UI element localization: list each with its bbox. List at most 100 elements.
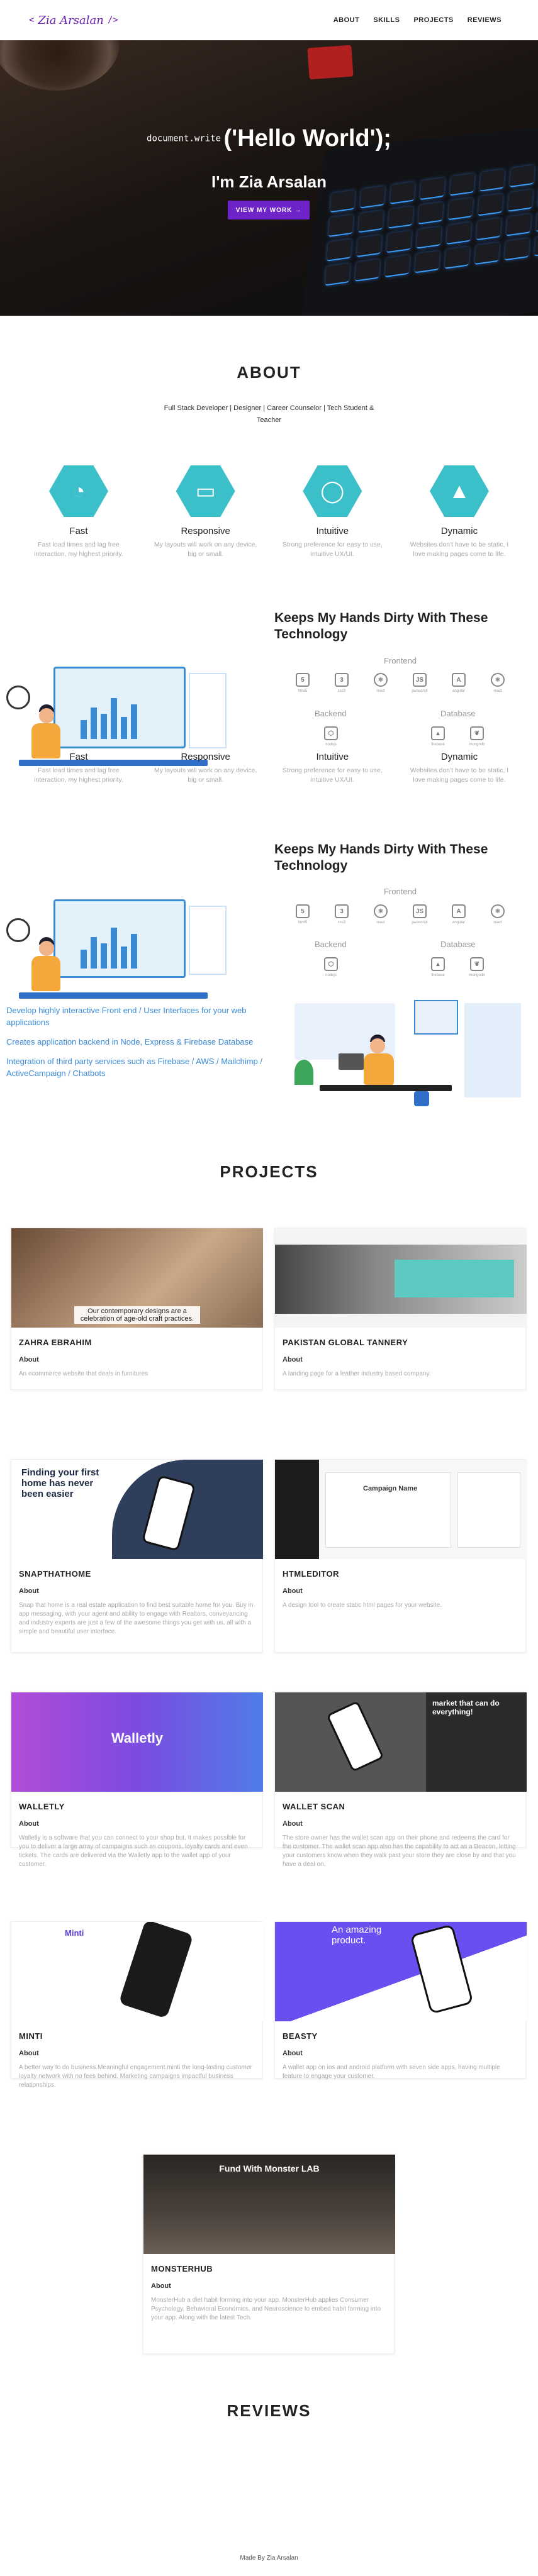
project-image: Minti <box>11 1922 263 2021</box>
feature-fast: Fast Fast load times and lag free intera… <box>34 752 123 784</box>
project-card-walletly[interactable]: Walletly WALLETLY About Walletly is a so… <box>11 1692 263 1868</box>
feature-intuitive: Intuitive Strong preference for easy to … <box>282 752 383 784</box>
feature-dynamic: Dynamic Websites don't have to be static… <box>410 752 509 784</box>
frontend-skills: 5 html5 3 css3 ⚛ react JS javascript Aangula… <box>286 904 514 924</box>
logo-bracket-open: < <box>29 15 35 25</box>
project-heading: Finding your first home has never been e… <box>21 1467 99 1499</box>
logo[interactable]: < Zia Arsalan /> <box>29 14 118 27</box>
about-subtitle: Full Stack Developer | Designer | Career… <box>164 404 374 424</box>
project-card-zahra-ebrahim[interactable]: Our contemporary designs are a celebrati… <box>11 1228 263 1390</box>
react-icon: ⚛ <box>491 673 505 687</box>
project-about-label: About <box>19 2050 39 2057</box>
code-window-image <box>414 1000 458 1035</box>
project-card-wallet-scan[interactable]: market that can do everything! WALLET SC… <box>274 1692 527 1868</box>
monitor-image <box>53 667 186 748</box>
laptop-image <box>339 1053 364 1070</box>
feature-title: Fast <box>69 526 88 536</box>
nodejs-icon: ⬡ <box>324 957 338 971</box>
project-about-label: About <box>283 1820 303 1828</box>
project-card-monsterhub[interactable]: Fund With Monster LAB MONSTERHUB About M… <box>143 2154 395 2354</box>
project-heading: Walletly <box>111 1730 164 1746</box>
html5-icon: 5 <box>296 904 310 918</box>
nav-link-projects[interactable]: PROJECTS <box>413 16 453 24</box>
react-icon: ⚛ <box>374 904 388 918</box>
javascript-skill: JS javascript <box>403 673 436 693</box>
database-skills: ▴ firebase ❦ mongodb <box>422 726 493 747</box>
feature-title: Dynamic <box>440 526 478 536</box>
project-image: Our contemporary designs are a celebrati… <box>11 1228 263 1328</box>
feature-responsive: Responsive My layouts will work on any d… <box>154 752 257 784</box>
nav-link-about[interactable]: ABOUT <box>333 16 360 24</box>
html5-skill: 5 html5 <box>286 673 319 693</box>
angular-icon: A <box>452 904 466 918</box>
feature-intuitive: ◯ Intuitive Strong preference for easy t… <box>272 465 392 559</box>
feature-title: Intuitive <box>316 526 349 536</box>
mongodb-icon: ❦ <box>470 726 484 740</box>
view-my-work-button[interactable]: VIEW MY WORK → <box>228 201 310 219</box>
backend-skills: ⬡ nodejs <box>315 957 347 977</box>
react-icon: ⚛ <box>374 673 388 687</box>
project-card-pakistan-global-tannery[interactable]: PAKISTAN GLOBAL TANNERY About A landing … <box>274 1228 527 1390</box>
logo-name: Zia Arsalan <box>38 13 104 27</box>
project-image: Walletly <box>11 1692 263 1792</box>
clock-icon <box>6 686 30 709</box>
person-image <box>370 1038 385 1053</box>
project-desc: MonsterHub a diet habit forming into you… <box>151 2297 381 2321</box>
view-my-work-label: VIEW MY WORK <box>235 206 293 214</box>
devices-icon: ▭ <box>176 465 235 517</box>
javascript-icon: JS <box>413 673 427 687</box>
project-desc: A better way to do business.Meaningful e… <box>19 2064 252 2089</box>
feature-desc: Strong preference for easy to use, intui… <box>282 541 383 558</box>
desk-image <box>19 992 208 999</box>
nodejs-icon: ⬡ <box>324 726 338 740</box>
lightbulb-icon: ◯ <box>303 465 362 517</box>
teal-banner <box>395 1260 514 1297</box>
project-image: Campaign Name <box>275 1460 527 1559</box>
project-card-htmleditor[interactable]: Campaign Name HTMLEDITOR About A design … <box>274 1459 527 1653</box>
feature-title: Responsive <box>181 526 230 536</box>
project-desc: A design tool to create static html page… <box>283 1602 442 1609</box>
css3-icon: 3 <box>335 904 349 918</box>
project-about-label: About <box>283 1356 303 1363</box>
nav-link-reviews[interactable]: REVIEWS <box>468 16 502 24</box>
reviews-title: REVIEWS <box>227 2401 311 2420</box>
clock-icon <box>6 918 30 942</box>
rocket-icon: ▲ <box>429 465 489 517</box>
html5-icon: 5 <box>296 673 310 687</box>
monitor-image <box>53 899 186 978</box>
window-image <box>189 906 227 975</box>
phone-image <box>326 1701 384 1772</box>
frontend-label: Frontend <box>384 656 417 665</box>
nav-link-skills[interactable]: SKILLS <box>373 16 400 24</box>
firebase-icon: ▴ <box>431 726 445 740</box>
project-heading: Fund With Monster LAB <box>219 2163 320 2174</box>
database-label: Database <box>440 709 476 718</box>
backend-skills: ⬡ nodejs <box>315 726 347 747</box>
feature-fast: ◔ Fast Fast load times and lag free inte… <box>19 465 138 559</box>
project-card-beasty[interactable]: An amazing product. BEASTY About A walle… <box>274 1921 527 2080</box>
project-heading: Campaign Name <box>363 1485 418 1492</box>
react-icon: ⚛ <box>491 904 505 918</box>
editor-sidebar <box>275 1460 319 1559</box>
project-name: MINTI <box>19 2031 43 2041</box>
database-label: Database <box>440 940 476 949</box>
projects-title: PROJECTS <box>220 1162 318 1181</box>
hero-name: I'm Zia Arsalan <box>211 172 327 191</box>
chair-image <box>414 1091 429 1106</box>
project-desc: Snap that home is a real estate applicat… <box>19 1602 254 1635</box>
project-caption: Our contemporary designs are a celebrati… <box>74 1306 200 1324</box>
backend-label: Backend <box>315 940 347 949</box>
desk-image <box>320 1085 452 1091</box>
project-about-label: About <box>19 1820 39 1828</box>
person-image <box>39 941 54 956</box>
project-name: WALLET SCAN <box>283 1802 345 1811</box>
hero-hello-world: ('Hello World'); <box>223 125 391 152</box>
project-card-minti[interactable]: Minti MINTI About A better way to do bus… <box>11 1921 263 2089</box>
features-row: ◔ Fast Fast load times and lag free inte… <box>19 465 519 559</box>
angular-icon: A <box>452 673 466 687</box>
project-name: HTMLEDITOR <box>283 1569 339 1579</box>
project-desc: Walletly is a software that you can conn… <box>19 1835 248 1868</box>
project-card-snapthathome[interactable]: Finding your first home has never been e… <box>11 1459 263 1653</box>
feature-desc: Websites don't have to be static, I love… <box>410 541 509 558</box>
logo-bracket-close: /> <box>107 15 118 25</box>
